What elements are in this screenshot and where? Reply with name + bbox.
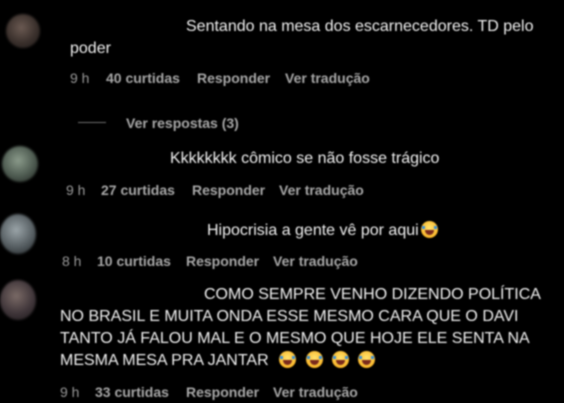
comment-meta: 9 h 27 curtidas Responder Ver tradução	[0, 182, 564, 200]
comment-text: NO BRASIL E MUITA ONDA ESSE MESMO CARA Q…	[60, 308, 519, 325]
comment-text: Kkkkkkkk cômico se não fosse trágico	[170, 150, 440, 167]
timestamp: 8 h	[62, 253, 82, 269]
translate-button[interactable]: Ver tradução	[273, 384, 358, 400]
likes-count[interactable]: 27 curtidas	[101, 182, 175, 198]
comment-meta: 9 h 40 curtidas Responder Ver tradução	[0, 70, 564, 88]
reply-button[interactable]: Responder	[186, 384, 259, 400]
comment-text: Hipocrisia a gente vê por aqui	[207, 220, 438, 242]
translate-button[interactable]: Ver tradução	[273, 253, 358, 269]
comment-text-content: MESMA MESA PRA JANTAR	[60, 352, 269, 369]
timestamp: 9 h	[70, 70, 90, 86]
timestamp: 9 h	[60, 384, 80, 400]
avatar[interactable]	[0, 280, 36, 320]
translate-button[interactable]: Ver tradução	[279, 182, 364, 198]
avatar[interactable]	[6, 14, 40, 48]
avatar[interactable]	[2, 146, 38, 182]
comment-text: Sentando na mesa dos escarnecedores. TD …	[186, 18, 534, 35]
comment-text: COMO SEMPRE VENHO DIZENDO POLÍTICA	[204, 286, 541, 303]
comment-text-content: Hipocrisia a gente vê por aqui	[207, 222, 419, 239]
face-with-tears-of-joy-icon	[332, 351, 349, 368]
comment-text: MESMA MESA PRA JANTAR	[60, 350, 376, 372]
face-with-tears-of-joy-icon	[279, 351, 297, 368]
likes-count[interactable]: 33 curtidas	[95, 384, 169, 400]
likes-count[interactable]: 10 curtidas	[97, 253, 171, 269]
reply-button[interactable]: Responder	[186, 253, 259, 269]
timestamp: 9 h	[66, 182, 86, 198]
face-with-tears-of-joy-icon	[358, 351, 376, 368]
view-replies-button[interactable]: Ver respostas (3)	[126, 115, 239, 131]
comment-text: TANTO JÁ FALOU MAL E O MESMO QUE HOJE EL…	[60, 330, 530, 347]
translate-button[interactable]: Ver tradução	[285, 70, 370, 86]
face-with-tears-of-joy-icon	[420, 221, 438, 238]
comment-meta: 9 h 33 curtidas Responder Ver tradução	[0, 384, 564, 402]
face-with-tears-of-joy-icon	[305, 351, 323, 368]
likes-count[interactable]: 40 curtidas	[106, 70, 180, 86]
reply-button[interactable]: Responder	[197, 70, 270, 86]
comment-text: poder	[70, 40, 111, 57]
comment-meta: 8 h 10 curtidas Responder Ver tradução	[0, 253, 564, 271]
reply-button[interactable]: Responder	[192, 182, 265, 198]
avatar[interactable]	[0, 214, 36, 254]
replies-divider	[78, 122, 106, 123]
